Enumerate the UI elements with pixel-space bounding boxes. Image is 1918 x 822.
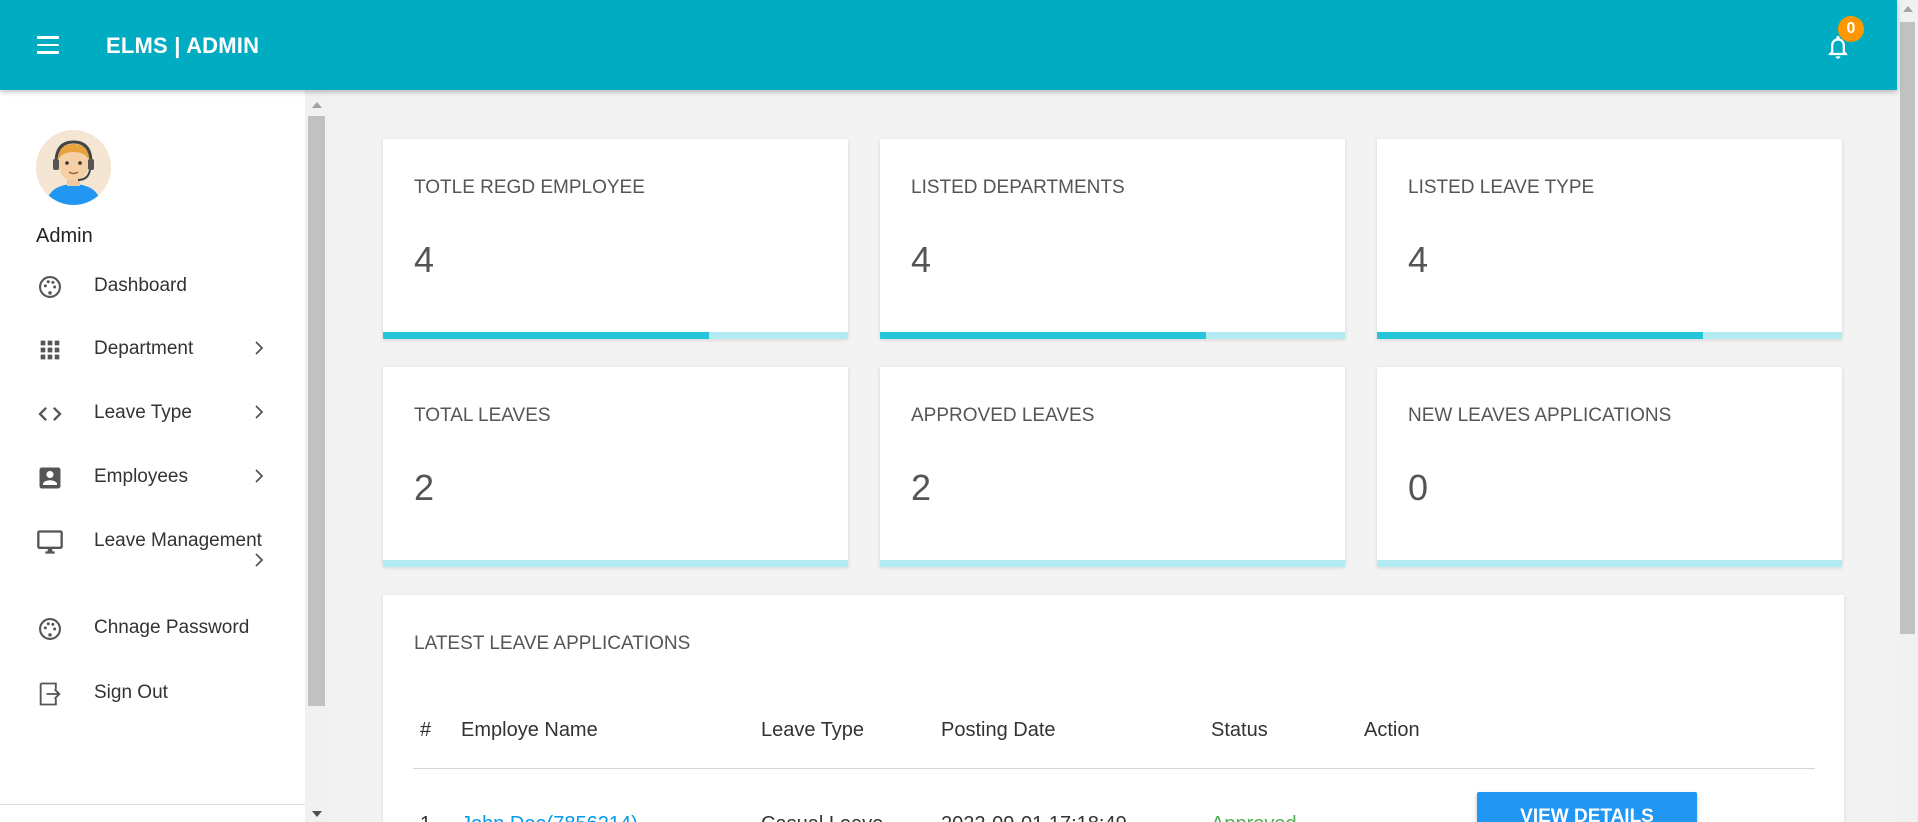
card-value: 4 (414, 239, 435, 280)
card-title: Listed Departments (911, 177, 1125, 198)
notification-badge: 0 (1838, 16, 1864, 42)
card-value: 2 (911, 467, 932, 508)
window-scrollbar[interactable] (1897, 0, 1918, 822)
row-leave-type: Casual Leave (761, 813, 883, 822)
desktop-icon (37, 530, 63, 554)
scroll-down-arrow-icon[interactable] (312, 811, 322, 817)
scrollbar-thumb[interactable] (1900, 22, 1915, 634)
stat-card-departments: Listed Departments 4 (880, 139, 1345, 339)
column-header-employee-name: Employe Name (461, 719, 598, 741)
table-header-divider (413, 768, 1815, 769)
sidebar-item-dashboard[interactable]: Dashboard (0, 260, 290, 310)
sidebar-item-label: Sign Out (94, 682, 168, 703)
sign-out-icon (39, 682, 61, 706)
latest-leave-applications-panel: LATEST LEAVE APPLICATIONS # Employe Name… (383, 595, 1844, 822)
admin-name: Admin (36, 225, 93, 247)
chevron-right-icon (255, 341, 264, 355)
card-title: Approved Leaves (911, 405, 1095, 426)
progress-fill (383, 332, 709, 339)
apps-grid-icon (40, 340, 60, 360)
card-title: Total Leaves (414, 405, 551, 426)
top-app-bar: ELMS | ADMIN 0 (0, 0, 1897, 90)
sidebar-item-label: Leave Management (94, 530, 262, 551)
chevron-right-icon (255, 553, 264, 567)
sidebar-item-label: Leave Type (94, 402, 192, 423)
progress-fill (1377, 332, 1703, 339)
stat-card-approved-leaves: Approved Leaves 2 (880, 367, 1345, 567)
sidebar-item-change-password[interactable]: Chnage Password (0, 602, 290, 652)
card-title: Listed leave Type (1408, 177, 1595, 198)
chevron-right-icon (255, 469, 264, 483)
code-icon (38, 407, 62, 421)
sidebar-item-label: Chnage Password (94, 617, 250, 638)
sidebar-divider (0, 804, 305, 805)
avatar-icon (36, 130, 111, 205)
progress-fill (880, 332, 1206, 339)
scrollbar-thumb[interactable] (308, 116, 325, 706)
palette-icon (39, 618, 61, 640)
brand-title: ELMS | ADMIN (106, 33, 260, 58)
sidebar-scrollbar[interactable] (305, 90, 328, 822)
progress-bar (880, 560, 1345, 567)
chevron-right-icon (255, 405, 264, 419)
sidebar-item-sign-out[interactable]: Sign Out (0, 667, 290, 717)
card-value: 2 (414, 467, 435, 508)
column-header-leave-type: Leave Type (761, 719, 865, 741)
scroll-up-arrow-icon[interactable] (312, 102, 322, 108)
card-value: 4 (1408, 239, 1429, 280)
sidebar-item-department[interactable]: Department (0, 323, 290, 373)
sidebar: Admin Dashboard Department Leave Type Em… (0, 90, 305, 822)
row-posting-date: 2022-09-01 17:18:49 (941, 813, 1127, 822)
card-title: Totle Regd Employee (414, 177, 645, 198)
progress-bar (383, 560, 848, 567)
sidebar-item-label: Dashboard (94, 275, 187, 296)
employee-name-link[interactable]: John Doe(7856214) (461, 813, 638, 822)
hamburger-menu-icon[interactable] (37, 36, 59, 54)
admin-avatar (36, 130, 111, 205)
card-title: New Leaves Applications (1408, 405, 1672, 426)
sidebar-item-leave-type[interactable]: Leave Type (0, 387, 290, 437)
stat-card-registered-employees: Totle Regd Employee 4 (383, 139, 848, 339)
stat-card-new-applications: New Leaves Applications 0 (1377, 367, 1842, 567)
palette-icon (39, 276, 61, 298)
progress-bar (1377, 560, 1842, 567)
progress-bar (880, 332, 1345, 339)
sidebar-item-employees[interactable]: Employees (0, 451, 290, 501)
progress-bar (1377, 332, 1842, 339)
column-header-posting-date: Posting Date (941, 719, 1056, 741)
card-value: 0 (1408, 467, 1429, 508)
row-number: 1 (420, 813, 431, 822)
sidebar-item-label: Department (94, 338, 194, 359)
sidebar-item-leave-management[interactable]: Leave Management (0, 515, 290, 577)
row-status: Approved (1211, 813, 1297, 822)
column-header-status: Status (1211, 719, 1268, 741)
scroll-up-arrow-icon[interactable] (1903, 6, 1913, 12)
account-box-icon (39, 467, 61, 489)
card-value: 4 (911, 239, 932, 280)
panel-title: LATEST LEAVE APPLICATIONS (414, 633, 691, 654)
progress-bar (383, 332, 848, 339)
view-details-button[interactable]: VIEW DETAILS (1477, 792, 1697, 822)
stat-card-leave-types: Listed leave Type 4 (1377, 139, 1842, 339)
stat-card-total-leaves: Total Leaves 2 (383, 367, 848, 567)
column-header-action: Action (1364, 719, 1420, 741)
sidebar-item-label: Employees (94, 466, 188, 487)
column-header-number: # (420, 719, 432, 741)
